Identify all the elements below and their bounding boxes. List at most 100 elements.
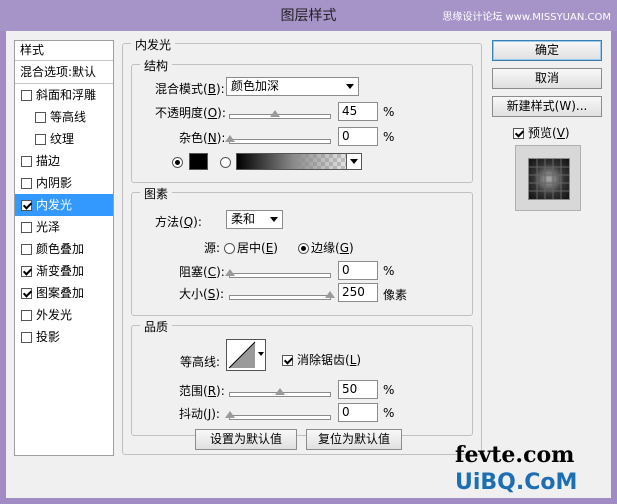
reset-default-button[interactable]: 复位为默认值 — [306, 429, 402, 450]
gradient-radio[interactable] — [220, 155, 233, 169]
range-slider[interactable] — [229, 388, 331, 397]
style-item-label: 投影 — [36, 330, 61, 344]
size-unit: 像素 — [383, 288, 408, 302]
checkbox-icon[interactable] — [21, 332, 32, 343]
checkbox-icon[interactable] — [21, 156, 32, 167]
style-list: 样式 混合选项:默认 斜面和浮雕等高线纹理描边内阴影内发光光泽颜色叠加渐变叠加图… — [14, 40, 114, 456]
checkbox-icon[interactable] — [21, 90, 32, 101]
contour-preview-icon — [228, 341, 256, 369]
solid-color-radio[interactable] — [172, 155, 185, 169]
style-item[interactable]: 等高线 — [15, 106, 113, 128]
style-item-label: 内阴影 — [36, 176, 73, 190]
checkbox-icon[interactable] — [21, 266, 32, 277]
glow-color-swatch[interactable] — [189, 153, 208, 170]
chevron-down-icon — [346, 84, 354, 89]
checkbox-icon[interactable] — [35, 112, 46, 123]
style-item-label: 等高线 — [50, 110, 87, 124]
noise-slider[interactable] — [225, 135, 331, 144]
style-item[interactable]: 投影 — [15, 326, 113, 348]
checkbox-icon[interactable] — [35, 134, 46, 145]
jitter-slider[interactable] — [225, 411, 331, 420]
site-watermark-sub: UiBQ.CoM — [455, 470, 578, 495]
radio-icon — [298, 243, 309, 254]
checkbox-icon[interactable] — [21, 310, 32, 321]
source-edge-radio[interactable]: 边缘(G) — [298, 239, 354, 256]
range-unit: % — [383, 383, 395, 397]
style-item[interactable]: 描边 — [15, 150, 113, 172]
style-item[interactable]: 光泽 — [15, 216, 113, 238]
ok-button[interactable]: 确定 — [492, 40, 602, 61]
structure-title: 结构 — [140, 57, 173, 74]
checkbox-icon[interactable] — [21, 244, 32, 255]
opacity-slider[interactable] — [229, 110, 331, 119]
cancel-button[interactable]: 取消 — [492, 68, 602, 89]
opacity-input[interactable]: 45 — [338, 102, 378, 121]
blend-mode-value: 颜色加深 — [231, 79, 280, 93]
preview-thumbnail — [515, 145, 581, 211]
style-item-label: 渐变叠加 — [36, 264, 85, 278]
size-input[interactable]: 250 — [338, 283, 378, 302]
contour-label: 等高线: — [180, 355, 221, 369]
elements-title: 图素 — [140, 185, 173, 202]
range-label: 范围(R): — [179, 384, 225, 398]
method-select[interactable]: 柔和 — [226, 210, 283, 229]
choke-slider-thumb[interactable] — [225, 269, 235, 276]
jitter-input[interactable]: 0 — [338, 403, 378, 422]
jitter-slider-thumb[interactable] — [225, 411, 235, 418]
style-item[interactable]: 图案叠加 — [15, 282, 113, 304]
elements-group: 图素 方法(Q): 柔和 源: 居中(E) 边缘(G) 阻塞(C): 0 % 大… — [131, 185, 473, 316]
noise-slider-thumb[interactable] — [225, 135, 235, 142]
style-item-label: 内发光 — [36, 198, 73, 212]
checkbox-icon — [513, 128, 524, 139]
chevron-down-icon — [350, 159, 358, 164]
checkbox-icon[interactable] — [21, 222, 32, 233]
checkbox-icon[interactable] — [21, 178, 32, 189]
title-bar[interactable]: 图层样式 思缘设计论坛 www.MISSYUAN.COM — [0, 0, 617, 31]
size-slider-thumb[interactable] — [325, 291, 335, 298]
noise-input[interactable]: 0 — [338, 127, 378, 146]
opacity-slider-thumb[interactable] — [270, 110, 280, 117]
style-item[interactable]: 内阴影 — [15, 172, 113, 194]
preview-checkbox[interactable]: 预览(V) — [513, 124, 570, 141]
blend-mode-label: 混合模式(B): — [155, 82, 225, 96]
choke-input[interactable]: 0 — [338, 261, 378, 280]
radio-icon — [172, 157, 183, 168]
blend-mode-select[interactable]: 颜色加深 — [226, 77, 359, 96]
style-item[interactable]: 斜面和浮雕 — [15, 84, 113, 106]
range-input[interactable]: 50 — [338, 380, 378, 399]
make-default-button[interactable]: 设置为默认值 — [195, 429, 297, 450]
jitter-label: 抖动(J): — [179, 407, 220, 421]
choke-slider[interactable] — [225, 269, 331, 278]
structure-group: 结构 混合模式(B): 颜色加深 不透明度(O): 45 % 杂色(N): 0 … — [131, 57, 473, 183]
range-slider-thumb[interactable] — [275, 388, 285, 395]
size-slider[interactable] — [229, 291, 335, 300]
checkbox-icon[interactable] — [21, 200, 32, 211]
preview-swatch — [528, 158, 570, 200]
source-center-radio[interactable]: 居中(E) — [224, 239, 278, 256]
noise-unit: % — [383, 130, 395, 144]
site-watermark-top: 思缘设计论坛 www.MISSYUAN.COM — [442, 12, 611, 23]
checkbox-icon[interactable] — [21, 288, 32, 299]
gradient-dropdown-button[interactable] — [346, 154, 361, 169]
contour-picker[interactable] — [226, 339, 266, 371]
choke-unit: % — [383, 264, 395, 278]
preview-pattern-icon — [529, 159, 569, 199]
gradient-picker[interactable] — [236, 153, 362, 170]
new-style-button[interactable]: 新建样式(W)... — [492, 96, 602, 117]
style-item[interactable]: 纹理 — [15, 128, 113, 150]
chevron-down-icon — [258, 352, 264, 356]
size-label: 大小(S): — [179, 287, 225, 301]
chevron-down-icon — [270, 217, 278, 222]
inner-glow-title: 内发光 — [131, 36, 176, 53]
style-item-label: 描边 — [36, 154, 61, 168]
antialias-checkbox[interactable]: 消除锯齿(L) — [282, 351, 361, 368]
style-item[interactable]: 渐变叠加 — [15, 260, 113, 282]
style-item[interactable]: 外发光 — [15, 304, 113, 326]
noise-label: 杂色(N): — [179, 131, 226, 145]
style-item[interactable]: 颜色叠加 — [15, 238, 113, 260]
style-list-header[interactable]: 样式 — [15, 41, 113, 61]
style-item-label: 光泽 — [36, 220, 61, 234]
blend-options-item[interactable]: 混合选项:默认 — [15, 61, 113, 84]
style-item[interactable]: 内发光 — [15, 194, 113, 216]
inner-glow-group: 内发光 结构 混合模式(B): 颜色加深 不透明度(O): 45 % 杂色(N)… — [122, 36, 482, 455]
